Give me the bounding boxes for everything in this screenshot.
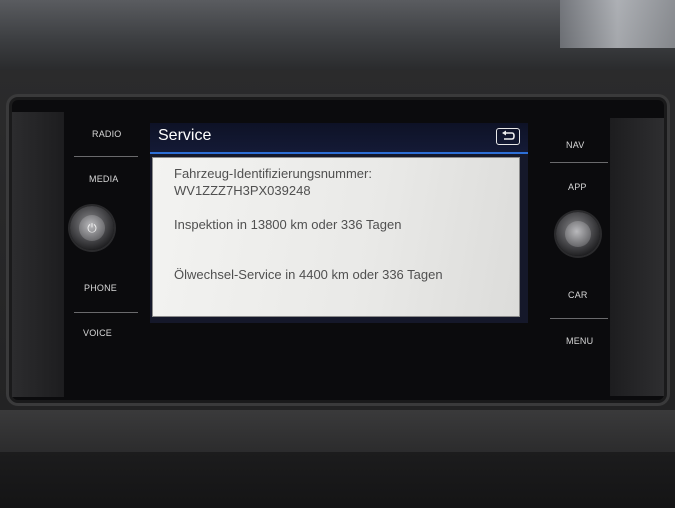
lower-dashboard-trim [0,410,675,452]
back-button[interactable] [496,128,520,145]
oil-service-status: Ölwechsel-Service in 4400 km oder 336 Ta… [174,267,443,282]
nav-button[interactable]: NAV [566,140,584,150]
radio-button[interactable]: RADIO [92,129,122,139]
voice-button[interactable]: VOICE [83,328,112,338]
power-icon: ⏻ [87,221,97,235]
tuning-knob[interactable] [556,212,600,256]
left-bezel-trim [12,112,64,397]
right-divider-bottom [550,318,608,319]
vin-value: WV1ZZZ7H3PX039248 [174,183,311,198]
left-divider-bottom [74,312,138,313]
left-divider-top [74,156,138,157]
right-divider-top [550,162,608,163]
phone-button[interactable]: PHONE [84,283,117,293]
bottom-dashboard [0,452,675,508]
menu-button[interactable]: MENU [566,336,593,346]
screen-header: Service [150,123,528,152]
page-title: Service [158,127,212,144]
knob-cap-right [565,221,591,247]
volume-power-knob[interactable]: ⏻ [70,206,114,250]
inspection-status: Inspektion in 13800 km oder 336 Tagen [174,217,402,232]
vin-label: Fahrzeug-Identifizierungsnummer: [174,166,372,181]
service-info-panel: Fahrzeug-Identifizierungsnummer: WV1ZZZ7… [152,157,520,317]
header-accent-line [150,152,528,154]
touch-screen: Service Fahrzeug-Identifizierungsnummer:… [150,123,528,323]
window-glare [560,0,675,48]
back-arrow-icon [502,130,515,140]
car-button[interactable]: CAR [568,290,588,300]
app-button[interactable]: APP [568,182,587,192]
knob-cap: ⏻ [79,215,105,241]
media-button[interactable]: MEDIA [89,174,119,184]
right-bezel-trim [610,118,664,396]
